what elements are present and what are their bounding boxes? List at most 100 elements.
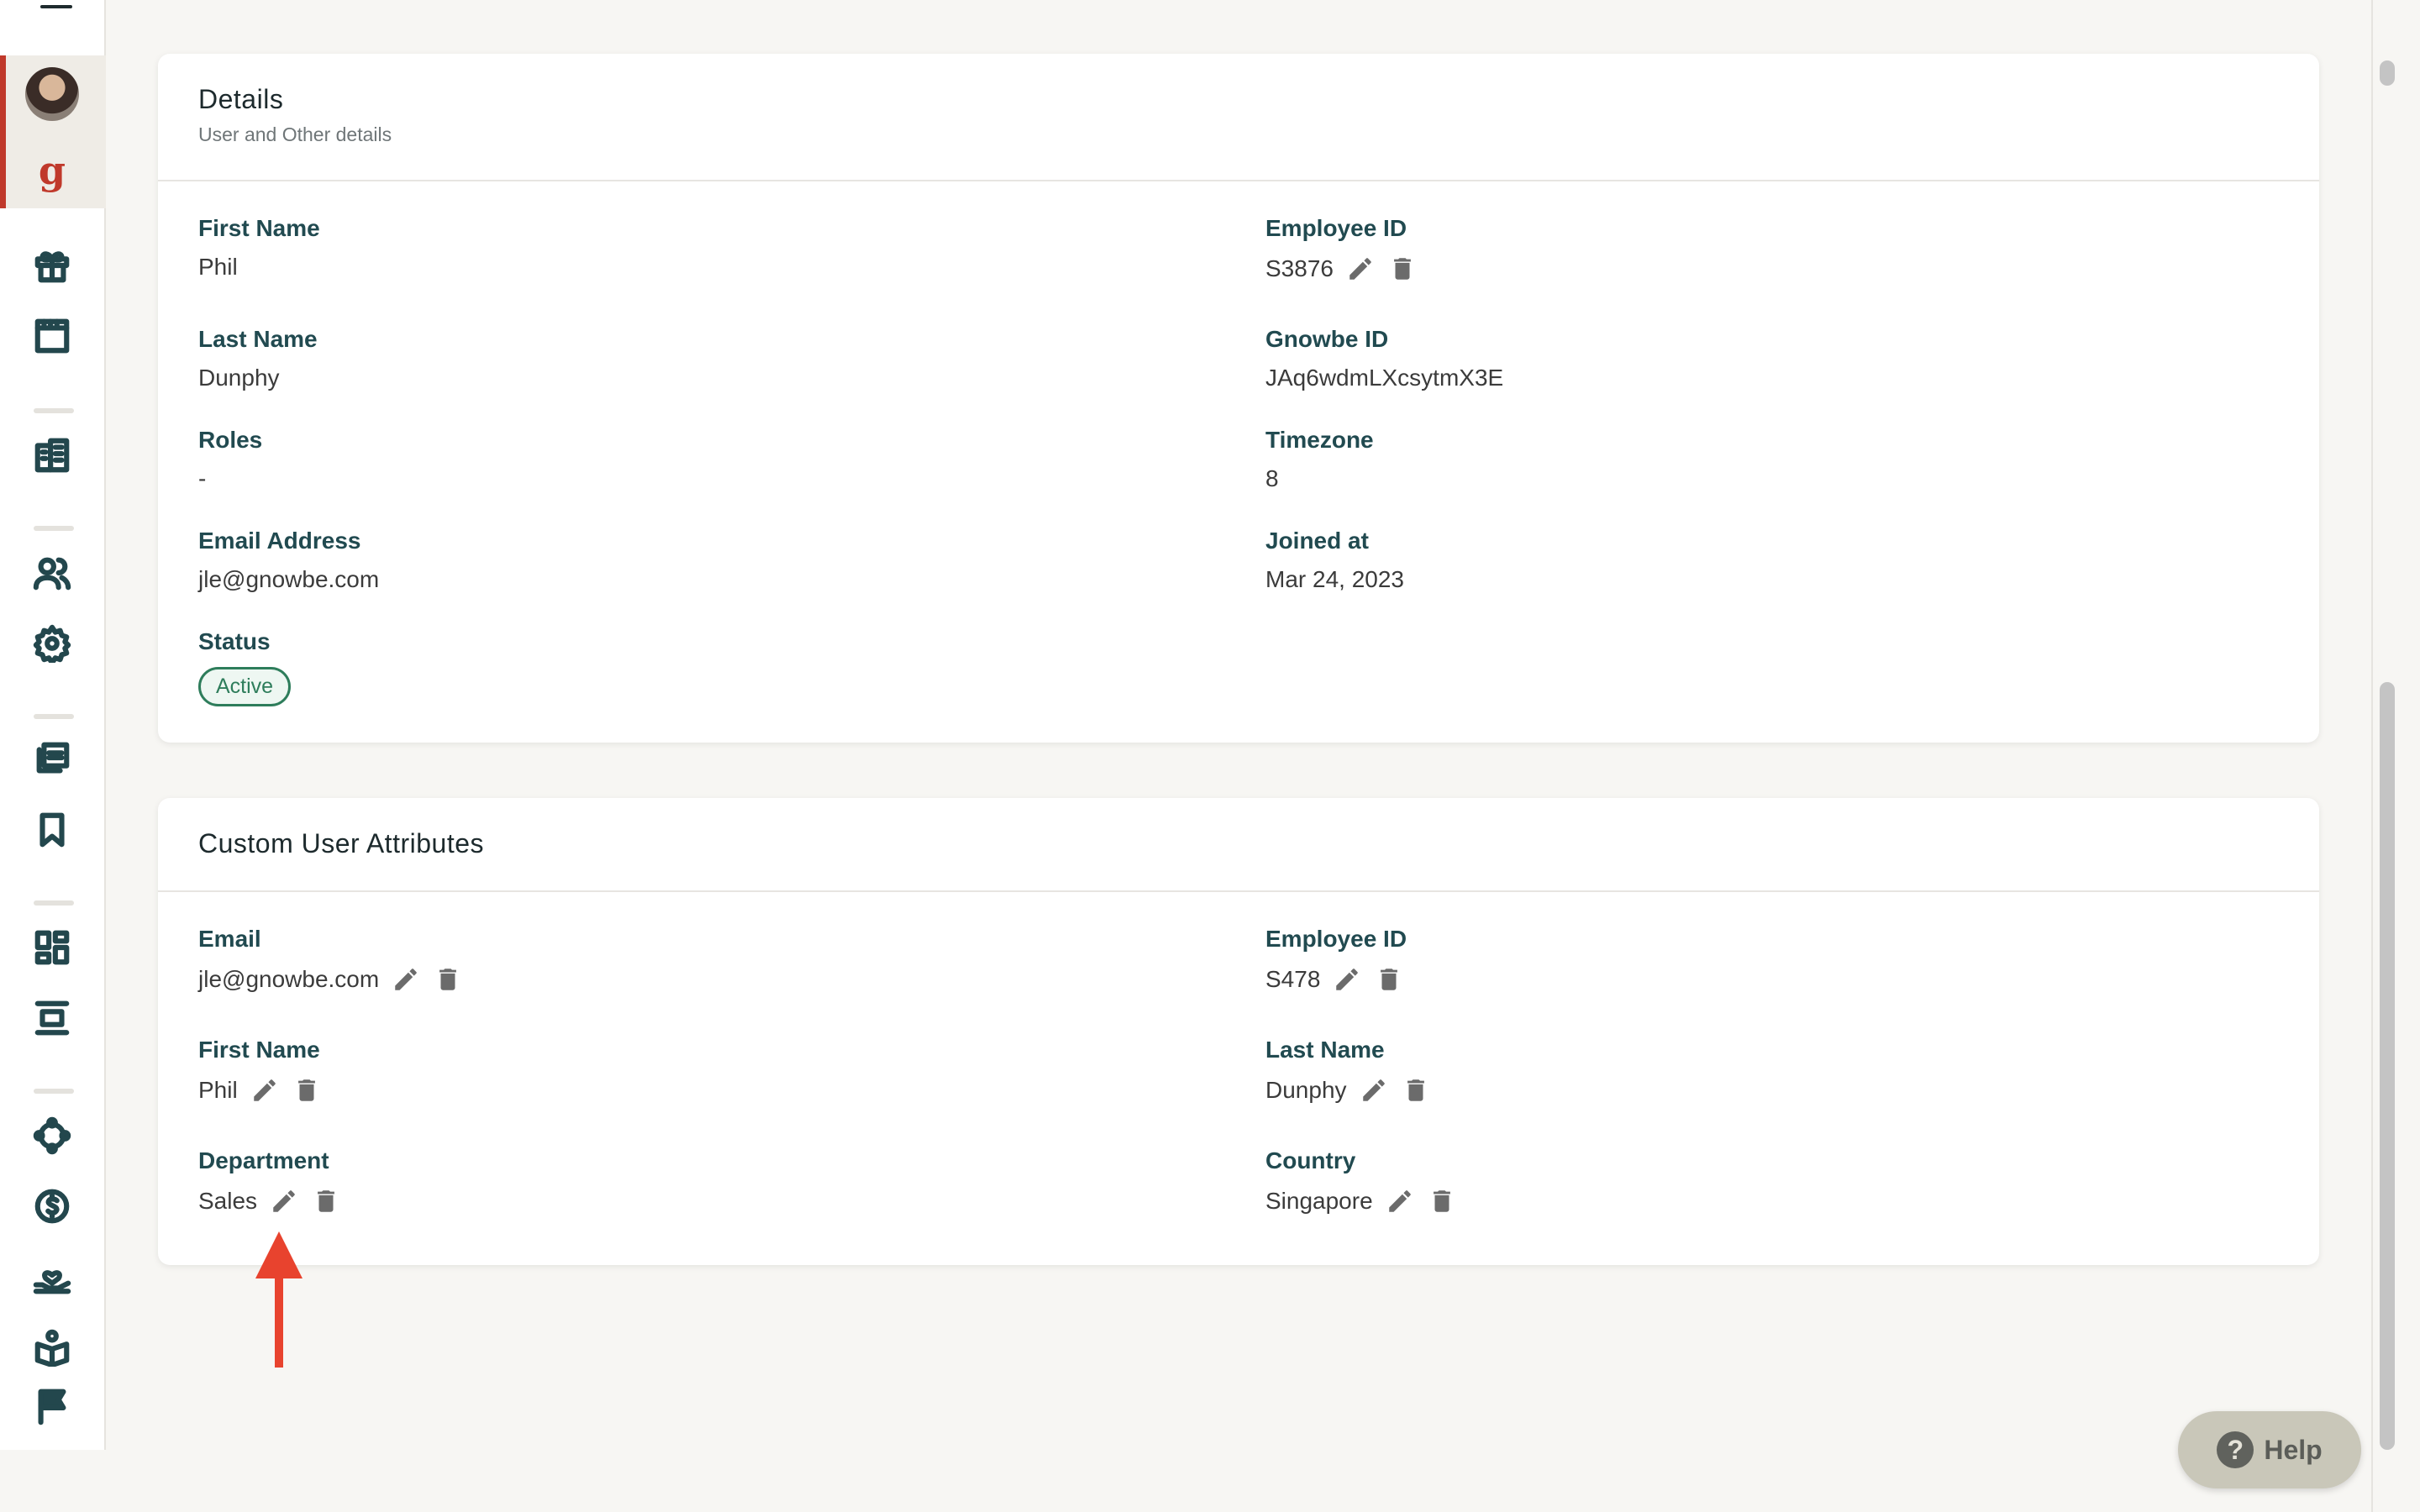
field-value-text: Dunphy [1265,1077,1347,1103]
field-label: Country [1265,1147,1356,1173]
field-label: Timezone [1265,427,1374,453]
field-value-text: S478 [1265,966,1321,992]
field-label: Email [198,926,261,952]
trash-icon[interactable] [1387,254,1418,284]
scrollbar-thumb[interactable] [2380,682,2395,1450]
sidebar-divider [34,714,74,719]
question-icon: ? [2217,1431,2254,1468]
pencil-icon[interactable] [269,1186,299,1216]
field-label: Email Address [198,528,361,554]
attr-employee-id: Employee ID S478 [1265,926,1407,995]
building-icon[interactable] [30,433,74,477]
sidebar-divider [34,526,74,531]
custom-attributes-title: Custom User Attributes [198,828,484,858]
field-label: Joined at [1265,528,1369,554]
pencil-icon[interactable] [391,964,421,995]
help-label: Help [2264,1434,2323,1465]
trash-icon[interactable] [311,1186,341,1216]
field-label: Employee ID [1265,215,1407,241]
scrollbar-track[interactable] [2371,0,2420,1512]
pencil-icon[interactable] [250,1075,280,1105]
field-joined-at: Joined at Mar 24, 2023 [1265,528,1404,593]
field-value: Active [198,667,292,706]
pencil-icon[interactable] [1385,1186,1415,1216]
field-label: Gnowbe ID [1265,326,1389,352]
field-value-text: jle@gnowbe.com [198,966,380,992]
field-value: Sales [198,1186,341,1216]
users-icon[interactable] [30,551,74,595]
field-email-address: Email Address jle@gnowbe.com [198,528,379,593]
custom-attributes-header: Custom User Attributes [158,798,2319,892]
menu-icon[interactable] [40,5,72,8]
field-last-name: Last Name Dunphy [198,326,318,391]
field-value: 8 [1265,465,1279,491]
status-badge: Active [198,667,292,706]
details-card-header: Details User and Other details [158,54,2319,181]
flag-icon[interactable] [30,1384,74,1428]
attr-last-name: Last Name Dunphy [1265,1037,1431,1105]
field-value: - [198,465,207,491]
trash-icon[interactable] [1374,964,1404,995]
annotation-arrow [255,1231,302,1368]
frame-icon[interactable] [30,314,74,358]
pencil-icon[interactable] [1332,964,1362,995]
field-value-text: Phil [198,1077,238,1103]
field-value: Phil [198,1075,322,1105]
scrollbar-thumb-top[interactable] [2380,60,2395,86]
trash-icon[interactable] [292,1075,322,1105]
field-value: Dunphy [1265,1075,1431,1105]
dashboard-icon[interactable] [30,926,74,969]
field-value: JAq6wdmLXcsytmX3E [1265,365,1504,391]
sidebar-divider [34,408,74,413]
details-card: Details User and Other details First Nam… [158,54,2319,743]
field-status: Status Active [198,628,292,706]
attr-email: Email jle@gnowbe.com [198,926,463,995]
field-value: S478 [1265,964,1407,995]
field-value-text: S3876 [1265,255,1334,281]
pencil-icon[interactable] [1359,1075,1389,1105]
bookmark-icon[interactable] [30,808,74,852]
field-label: Department [198,1147,329,1173]
layout-icon[interactable] [30,996,74,1040]
field-label: Status [198,628,271,654]
field-label: First Name [198,215,320,241]
field-gnowbe-id: Gnowbe ID JAq6wdmLXcsytmX3E [1265,326,1503,391]
attr-department: Department Sales [198,1147,341,1216]
field-roles: Roles - [198,427,262,492]
pencil-icon[interactable] [1345,254,1376,284]
gift-icon[interactable] [30,244,74,287]
sidebar-divider [34,1089,74,1094]
dollar-icon[interactable] [30,1184,74,1228]
library-icon[interactable] [30,738,74,781]
field-label: Roles [198,427,263,453]
field-value: jle@gnowbe.com [198,964,463,995]
avatar[interactable] [25,67,79,121]
gear-icon[interactable] [30,622,74,665]
open-book-icon[interactable] [30,1326,74,1369]
field-value: Phil [198,254,238,280]
field-label: Employee ID [1265,926,1407,952]
field-value-text: Singapore [1265,1188,1373,1214]
field-value: Mar 24, 2023 [1265,566,1404,592]
trash-icon[interactable] [433,964,463,995]
field-label: Last Name [1265,1037,1385,1063]
field-timezone: Timezone 8 [1265,427,1374,492]
field-value: S3876 [1265,254,1418,284]
help-button[interactable]: ? Help [2178,1411,2361,1488]
trash-icon[interactable] [1427,1186,1457,1216]
hand-heart-icon[interactable] [30,1255,74,1299]
details-subtitle: User and Other details [198,123,392,145]
field-value: Dunphy [198,365,280,391]
gnowbe-logo[interactable]: g [34,148,71,193]
sidebar: g [0,0,106,1450]
field-employee-id: Employee ID S3876 [1265,215,1418,284]
field-value: jle@gnowbe.com [198,566,380,592]
field-label: First Name [198,1037,320,1063]
trash-icon[interactable] [1401,1075,1431,1105]
attr-first-name: First Name Phil [198,1037,322,1105]
field-value: Singapore [1265,1186,1457,1216]
attr-country: Country Singapore [1265,1147,1457,1216]
field-label: Last Name [198,326,318,352]
network-icon[interactable] [30,1114,74,1158]
field-value-text: Sales [198,1188,258,1214]
